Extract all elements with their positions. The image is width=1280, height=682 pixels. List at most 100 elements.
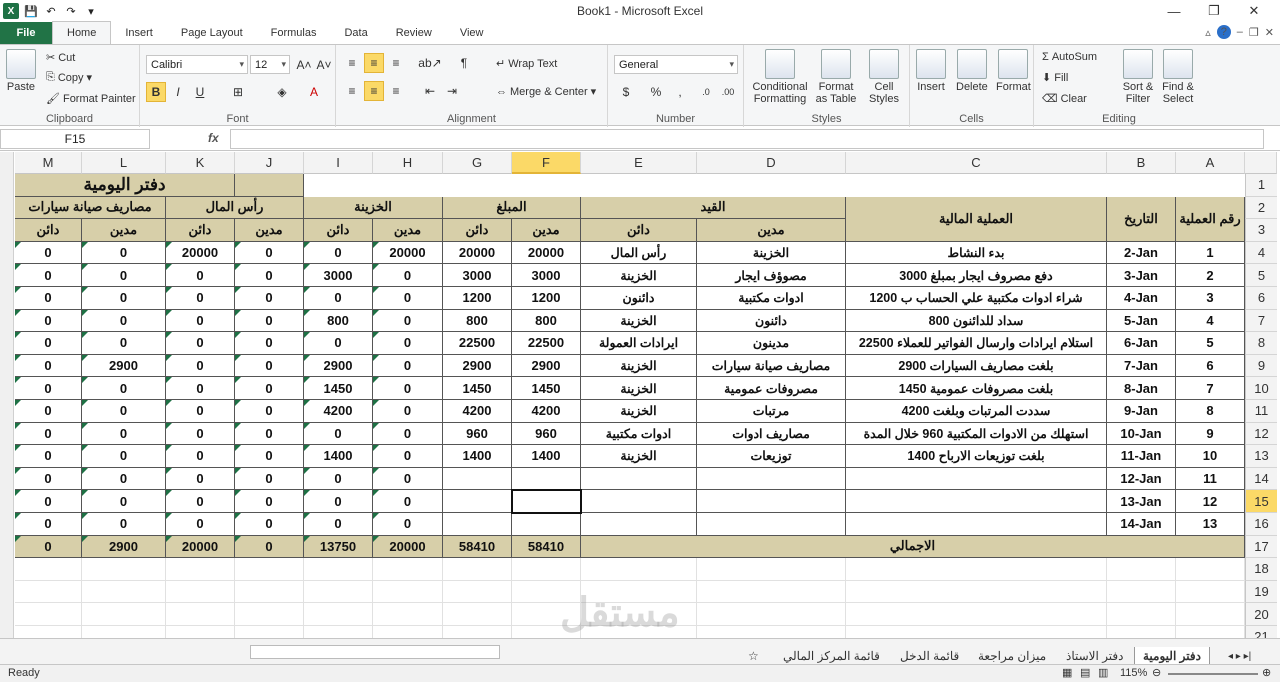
cell-m6[interactable]: 0: [15, 287, 82, 310]
row-header-5[interactable]: 5: [1245, 264, 1277, 287]
empty-cell[interactable]: [166, 558, 235, 581]
cell-c5[interactable]: دفع مصروف ايجار بمبلغ 3000: [846, 264, 1107, 287]
cell-c11[interactable]: سددت المرتبات وبلغت 4200: [846, 400, 1107, 423]
column-header-b[interactable]: B: [1107, 152, 1176, 174]
empty-cell[interactable]: [15, 580, 82, 604]
align-middle-icon[interactable]: ≡: [364, 53, 384, 73]
cell-k8[interactable]: 0: [166, 332, 235, 355]
empty-cell[interactable]: [373, 580, 443, 604]
cell-e6[interactable]: دائنون: [581, 287, 697, 310]
new-sheet-icon[interactable]: ☆: [740, 647, 767, 665]
cell-j10[interactable]: 0: [235, 377, 304, 400]
format-as-table-button[interactable]: Format as Table: [814, 49, 858, 105]
cell-g14[interactable]: [443, 467, 512, 491]
cell-j15[interactable]: 0: [235, 490, 304, 513]
cell-i14[interactable]: 0: [304, 467, 373, 491]
row-header-19[interactable]: 19: [1245, 580, 1277, 604]
zoom-slider[interactable]: [1168, 673, 1258, 675]
cell-d5[interactable]: مصوؤف ايجار: [697, 264, 846, 287]
cell-i12[interactable]: 0: [304, 422, 373, 446]
column-header-l[interactable]: L: [82, 152, 166, 174]
cell-h14[interactable]: 0: [373, 467, 443, 491]
fill-button[interactable]: ⬇ Fill: [1042, 71, 1068, 85]
empty-cell[interactable]: [82, 558, 166, 581]
cell-a11[interactable]: 8: [1176, 400, 1245, 423]
undo-icon[interactable]: ↶: [43, 3, 59, 19]
row-header-4[interactable]: 4: [1245, 241, 1277, 265]
cell-e13[interactable]: الخزينة: [581, 445, 697, 468]
cell-a5[interactable]: 2: [1176, 264, 1245, 287]
cell-f4[interactable]: 20000: [512, 241, 581, 265]
empty-cell[interactable]: [373, 558, 443, 581]
cell-j7[interactable]: 0: [235, 309, 304, 333]
cell-c14[interactable]: [846, 467, 1107, 491]
empty-cell[interactable]: [235, 558, 304, 581]
decrease-decimal-icon[interactable]: .00: [718, 82, 738, 102]
cell-a15[interactable]: 12: [1176, 490, 1245, 513]
cell-m11[interactable]: 0: [15, 400, 82, 423]
conditional-formatting-button[interactable]: Conditional Formatting: [750, 49, 810, 105]
column-header-d[interactable]: D: [697, 152, 846, 174]
cell-k4[interactable]: 20000: [166, 241, 235, 265]
sheet-tab-income-statement[interactable]: قائمة الدخل: [892, 647, 967, 665]
horizontal-scrollbar[interactable]: [250, 645, 500, 659]
sheet-nav-arrows-icon[interactable]: ◂ ▸ ▸|: [1220, 647, 1259, 665]
number-format-select[interactable]: General: [614, 55, 738, 74]
cell-d13[interactable]: توزيعات: [697, 445, 846, 468]
row-header-14[interactable]: 14: [1245, 467, 1277, 491]
cell-m8[interactable]: 0: [15, 332, 82, 355]
cell-e4[interactable]: رأس المال: [581, 241, 697, 265]
zoom-out-icon[interactable]: ⊖: [1152, 666, 1161, 679]
cell-k5[interactable]: 0: [166, 264, 235, 287]
empty-cell[interactable]: [1107, 580, 1176, 604]
cell-m16[interactable]: 0: [15, 513, 82, 536]
cell-a16[interactable]: 13: [1176, 513, 1245, 536]
empty-cell[interactable]: [846, 580, 1107, 604]
font-color-icon[interactable]: A: [304, 82, 324, 102]
empty-cell[interactable]: [82, 603, 166, 626]
minimize-ribbon-icon[interactable]: ▵: [1205, 26, 1211, 39]
cell-h12[interactable]: 0: [373, 422, 443, 446]
cell-f7[interactable]: 800: [512, 309, 581, 333]
row-header-17[interactable]: 17: [1245, 535, 1277, 559]
cell-k16[interactable]: 0: [166, 513, 235, 536]
row-header-6[interactable]: 6: [1245, 287, 1277, 310]
cell-g5[interactable]: 3000: [443, 264, 512, 287]
cell-j12[interactable]: 0: [235, 422, 304, 446]
empty-cell[interactable]: [846, 603, 1107, 626]
cell-i9[interactable]: 2900: [304, 354, 373, 378]
doc-close-icon[interactable]: ✕: [1265, 26, 1274, 39]
empty-cell[interactable]: [166, 580, 235, 604]
cell-f6[interactable]: 1200: [512, 287, 581, 310]
cell-g13[interactable]: 1400: [443, 445, 512, 468]
italic-button[interactable]: I: [168, 82, 188, 102]
bold-button[interactable]: B: [146, 82, 166, 102]
empty-cell[interactable]: [82, 580, 166, 604]
cell-j16[interactable]: 0: [235, 513, 304, 536]
cell-h9[interactable]: 0: [373, 354, 443, 378]
cell-m10[interactable]: 0: [15, 377, 82, 400]
empty-cell[interactable]: [512, 580, 581, 604]
empty-cell[interactable]: [235, 603, 304, 626]
column-header-g[interactable]: G: [443, 152, 512, 174]
cell-i5[interactable]: 3000: [304, 264, 373, 287]
row-header-10[interactable]: 10: [1245, 377, 1277, 400]
cell-l12[interactable]: 0: [82, 422, 166, 446]
tab-review[interactable]: Review: [382, 22, 446, 44]
find-select-button[interactable]: Find & Select: [1158, 49, 1198, 105]
cell-c13[interactable]: بلغت توزيعات الارباح 1400: [846, 445, 1107, 468]
formula-input[interactable]: [230, 129, 1264, 149]
cell-g4[interactable]: 20000: [443, 241, 512, 265]
cell-b12[interactable]: 10-Jan: [1107, 422, 1176, 446]
cell-d8[interactable]: مدينون: [697, 332, 846, 355]
cell-b14[interactable]: 12-Jan: [1107, 467, 1176, 491]
row-header-18[interactable]: 18: [1245, 558, 1277, 581]
cell-b10[interactable]: 8-Jan: [1107, 377, 1176, 400]
cell-l14[interactable]: 0: [82, 467, 166, 491]
cell-m5[interactable]: 0: [15, 264, 82, 287]
cell-c8[interactable]: استلام ايرادات وارسال الفواتير للعملاء 2…: [846, 332, 1107, 355]
cell-c4[interactable]: بدء النشاط: [846, 241, 1107, 265]
insert-cells-button[interactable]: Insert: [916, 49, 946, 93]
empty-cell[interactable]: [443, 558, 512, 581]
name-box[interactable]: F15: [0, 129, 150, 149]
